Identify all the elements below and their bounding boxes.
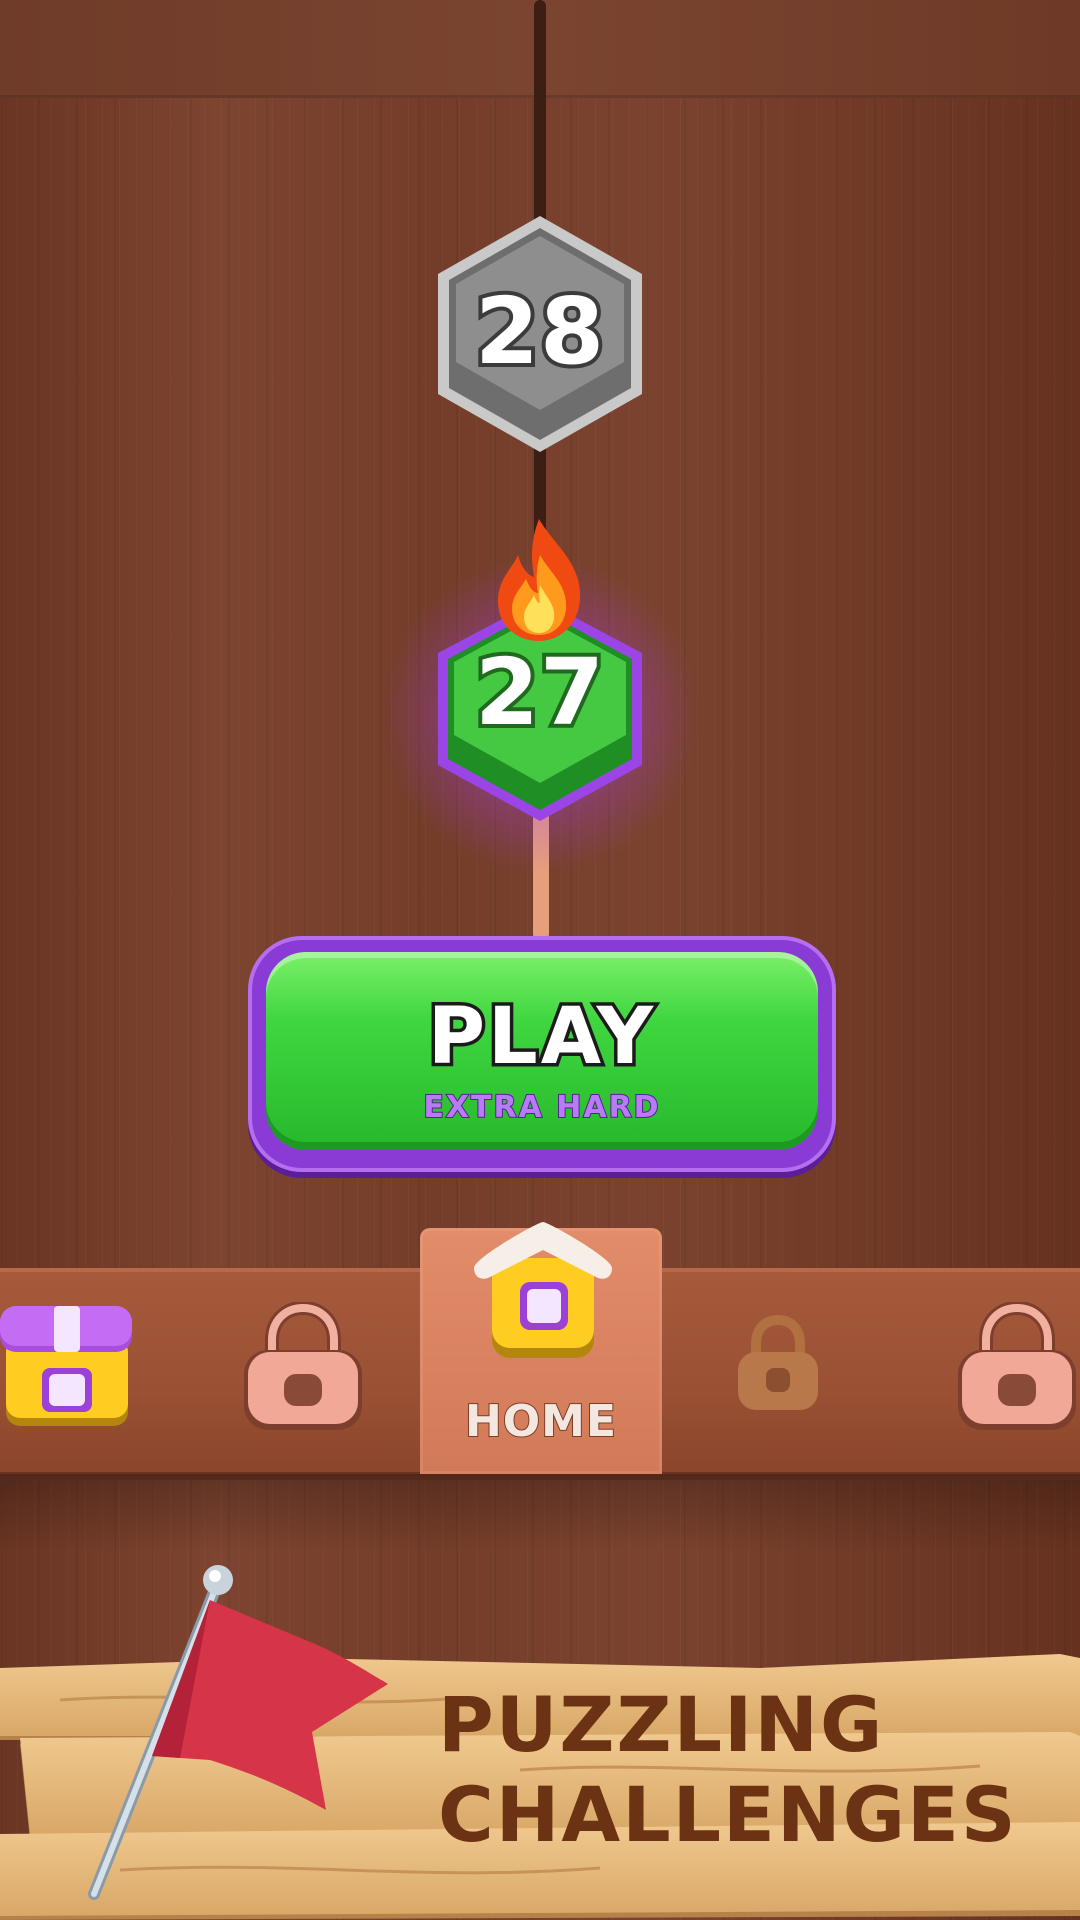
lock-icon[interactable] — [954, 1302, 1080, 1432]
play-button[interactable]: PLAY EXTRA HARD — [248, 936, 836, 1172]
fire-icon — [498, 519, 581, 641]
level-node-28[interactable]: 28 — [430, 212, 650, 457]
lock-icon[interactable] — [734, 1314, 822, 1414]
difficulty-label: EXTRA HARD — [422, 1089, 661, 1126]
red-flag-icon — [88, 1565, 388, 1900]
home-label: HOME — [464, 1395, 618, 1448]
banner-title-line1: PUZZLING — [438, 1680, 885, 1769]
level-number-27: 27 — [471, 639, 608, 747]
level-number-28: 28 — [471, 278, 608, 386]
nav-shadow — [0, 1472, 1080, 1552]
lock-icon[interactable] — [240, 1302, 366, 1432]
banner-title-line2: CHALLENGES — [438, 1770, 1018, 1859]
home-icon — [474, 1222, 612, 1358]
nav-home-tab[interactable]: HOME — [420, 1222, 662, 1474]
shop-icon[interactable] — [0, 1302, 135, 1432]
play-label: PLAY — [424, 989, 657, 1086]
